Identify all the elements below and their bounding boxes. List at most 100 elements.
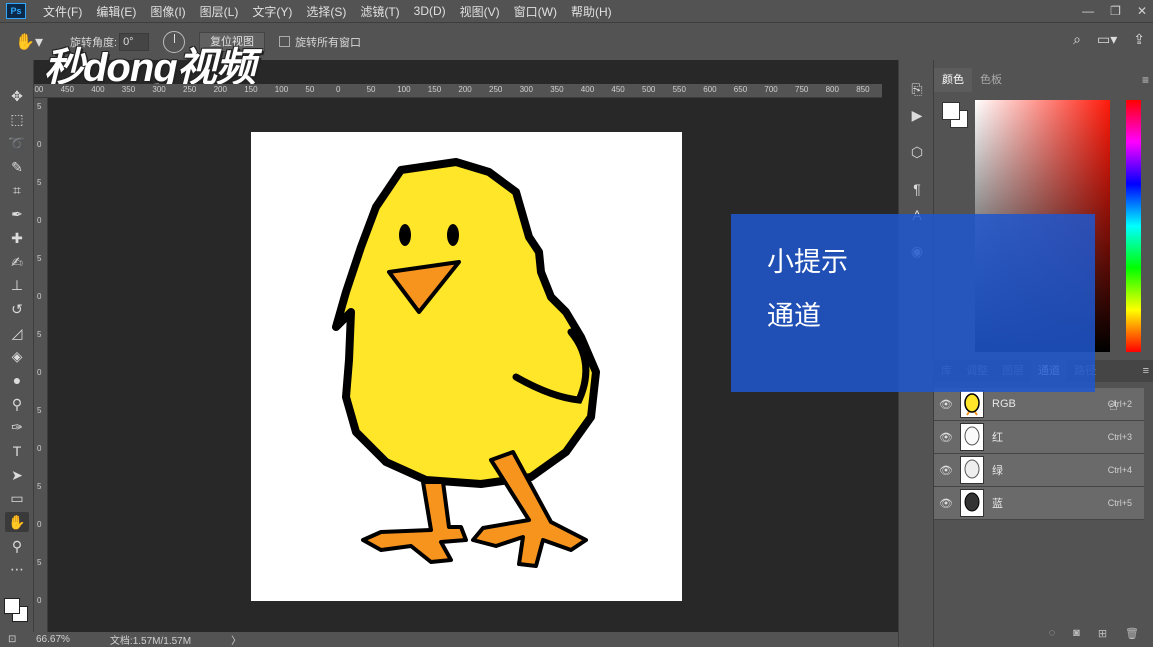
menu-window[interactable]: 窗口(W) bbox=[507, 3, 564, 20]
ruler-tick-label: 150 bbox=[427, 85, 442, 94]
foreground-color-swatch[interactable] bbox=[4, 598, 20, 614]
paint-bucket-tool-icon[interactable]: ◈ bbox=[5, 346, 29, 366]
tab-color[interactable]: 颜色 bbox=[934, 68, 972, 92]
menu-view[interactable]: 视图(V) bbox=[453, 3, 507, 20]
ruler-tick-label: 450 bbox=[611, 85, 625, 94]
channel-shortcut: Ctrl+5 bbox=[1107, 498, 1132, 508]
ruler-tick-label: 300 bbox=[152, 85, 166, 94]
ruler-tick-label: 800 bbox=[825, 85, 839, 94]
menu-image[interactable]: 图像(I) bbox=[143, 3, 192, 20]
horizontal-ruler: 5004504003503002502001501005005010015020… bbox=[34, 84, 882, 98]
share-icon[interactable]: ⇪ bbox=[1133, 31, 1145, 48]
menu-filter[interactable]: 滤镜(T) bbox=[353, 3, 406, 20]
visibility-eye-icon[interactable]: 👁 bbox=[936, 497, 956, 510]
actions-panel-icon[interactable]: ▶ bbox=[908, 106, 926, 124]
shape-tool-icon[interactable]: ▭ bbox=[5, 488, 29, 508]
hue-slider[interactable] bbox=[1126, 100, 1141, 352]
menu-type[interactable]: 文字(Y) bbox=[245, 3, 299, 20]
ruler-tick-label: 5 bbox=[37, 254, 42, 263]
ruler-tick-label: 250 bbox=[183, 85, 197, 94]
menu-help[interactable]: 帮助(H) bbox=[564, 3, 619, 20]
ruler-tick-label: 400 bbox=[91, 85, 105, 94]
rotate-all-checkbox[interactable] bbox=[279, 36, 291, 47]
status-arrow-icon[interactable]: 〉 bbox=[231, 632, 241, 647]
more-tools-icon[interactable]: ⋯ bbox=[5, 559, 29, 579]
crop-tool-icon[interactable]: ⌗ bbox=[5, 180, 29, 200]
ruler-tick-label: 600 bbox=[703, 85, 717, 94]
minimize-button[interactable]: — bbox=[1082, 4, 1094, 18]
ruler-tick-label: 50 bbox=[366, 85, 376, 94]
eraser-tool-icon[interactable]: ◿ bbox=[5, 323, 29, 343]
save-selection-icon[interactable]: ◙ bbox=[1073, 627, 1080, 647]
ruler-tick-label: 0 bbox=[336, 85, 341, 94]
visibility-eye-icon[interactable]: 👁 bbox=[936, 398, 956, 411]
ruler-tick-label: 5 bbox=[37, 482, 42, 491]
marquee-tool-icon[interactable]: ⬚ bbox=[5, 109, 29, 129]
move-tool-icon[interactable]: ✥ bbox=[5, 86, 29, 106]
blur-tool-icon[interactable]: ● bbox=[5, 370, 29, 390]
ruler-tick-label: 850 bbox=[856, 85, 870, 94]
path-select-tool-icon[interactable]: ➤ bbox=[5, 465, 29, 485]
dodge-tool-icon[interactable]: ⚲ bbox=[5, 394, 29, 414]
quick-select-tool-icon[interactable]: ✎ bbox=[5, 157, 29, 177]
channel-shortcut: Ctrl+3 bbox=[1107, 432, 1132, 442]
vertical-ruler: 5 0 5 0 5 0 5 0 5 0 5 0 5 0 bbox=[34, 98, 48, 632]
panel-foreground-swatch[interactable] bbox=[942, 102, 960, 120]
tab-swatches[interactable]: 色板 bbox=[972, 68, 1010, 92]
brush-tool-icon[interactable]: ✍ bbox=[5, 252, 29, 272]
ruler-tick-label: 400 bbox=[580, 85, 595, 94]
ruler-tick-label: 200 bbox=[213, 85, 227, 94]
ruler-tick-label: 700 bbox=[764, 85, 778, 94]
ruler-tick-label: 200 bbox=[458, 85, 472, 94]
history-brush-tool-icon[interactable]: ↺ bbox=[5, 299, 29, 319]
menu-file[interactable]: 文件(F) bbox=[36, 3, 89, 20]
channel-row-blue[interactable]: 👁 蓝 Ctrl+5 bbox=[934, 487, 1144, 520]
ruler-tick-label: 500 bbox=[34, 85, 44, 94]
rotate-view-tool-icon-active[interactable]: ✋ bbox=[5, 512, 29, 532]
paragraph-panel-icon[interactable]: ¶ bbox=[908, 180, 926, 198]
zoom-tool-icon[interactable]: ⚲ bbox=[5, 536, 29, 556]
zoom-level[interactable]: 66.67% bbox=[36, 634, 70, 645]
menu-select[interactable]: 选择(S) bbox=[299, 3, 353, 20]
ruler-tick-label: 450 bbox=[60, 85, 74, 94]
menu-layer[interactable]: 图层(L) bbox=[193, 3, 246, 20]
ruler-tick-label: 0 bbox=[37, 444, 42, 453]
panel-menu-icon[interactable]: ≡ bbox=[1142, 73, 1149, 87]
ruler-tick-label: 0 bbox=[37, 520, 42, 529]
ruler-tick-label: 0 bbox=[37, 216, 42, 225]
new-channel-icon[interactable]: ⊞ bbox=[1098, 627, 1107, 647]
stamp-tool-icon[interactable]: ⊥ bbox=[5, 275, 29, 295]
channels-menu-icon[interactable]: ≡ bbox=[1143, 365, 1149, 377]
channel-row-green[interactable]: 👁 绿 Ctrl+4 bbox=[934, 454, 1144, 487]
channel-name: 蓝 bbox=[992, 498, 1003, 510]
load-selection-icon[interactable]: ◌ bbox=[1049, 627, 1056, 647]
visibility-eye-icon[interactable]: 👁 bbox=[936, 464, 956, 477]
close-button[interactable]: ✕ bbox=[1137, 4, 1147, 18]
ruler-tick-label: 750 bbox=[795, 85, 809, 94]
status-icon: ⊡ bbox=[8, 634, 17, 645]
healing-tool-icon[interactable]: ✚ bbox=[5, 228, 29, 248]
document-canvas[interactable] bbox=[251, 132, 682, 601]
menu-3d[interactable]: 3D(D) bbox=[407, 4, 453, 18]
3d-panel-icon[interactable]: ⬡ bbox=[908, 143, 926, 161]
pen-tool-icon[interactable]: ✑ bbox=[5, 417, 29, 437]
menu-bar: Ps 文件(F) 编辑(E) 图像(I) 图层(L) 文字(Y) 选择(S) 滤… bbox=[0, 0, 1153, 22]
restore-button[interactable]: ❐ bbox=[1110, 4, 1121, 18]
mouse-cursor-icon: ☝ bbox=[1109, 397, 1118, 413]
search-icon[interactable]: ⌕ bbox=[1073, 31, 1081, 48]
eyedropper-tool-icon[interactable]: ✒ bbox=[5, 204, 29, 224]
ruler-tick-label: 5 bbox=[37, 330, 42, 339]
type-tool-icon[interactable]: T bbox=[5, 441, 29, 461]
lasso-tool-icon[interactable]: ➰ bbox=[5, 133, 29, 153]
ruler-tick-label: 50 bbox=[305, 85, 315, 94]
visibility-eye-icon[interactable]: 👁 bbox=[936, 431, 956, 444]
workspace-icon[interactable]: ▭▾ bbox=[1097, 31, 1117, 48]
menu-edit[interactable]: 编辑(E) bbox=[89, 3, 143, 20]
delete-channel-icon[interactable]: 🗑 bbox=[1125, 627, 1139, 647]
channel-row-red[interactable]: 👁 红 Ctrl+3 bbox=[934, 421, 1144, 454]
channel-name: 红 bbox=[992, 432, 1003, 444]
ruler-tick-label: 100 bbox=[274, 85, 289, 94]
channels-footer: ◌ ◙ ⊞ 🗑 bbox=[934, 627, 1153, 647]
history-panel-icon[interactable]: ⎘ bbox=[908, 80, 926, 98]
doc-size: 文档:1.57M/1.57M bbox=[109, 636, 192, 647]
